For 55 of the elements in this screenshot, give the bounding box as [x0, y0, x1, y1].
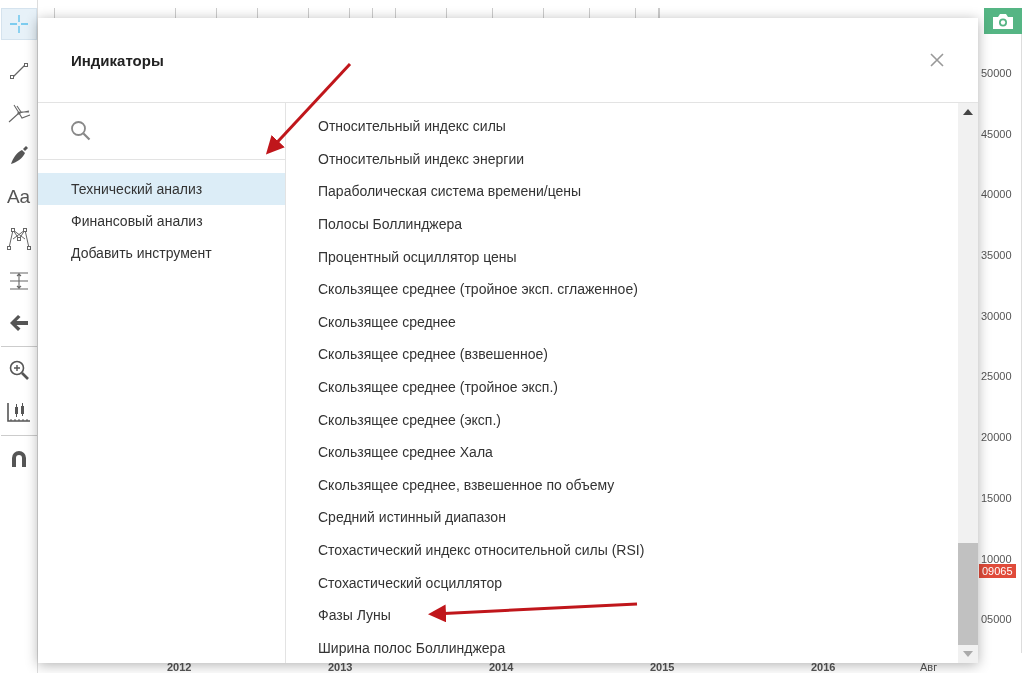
camera-icon — [992, 12, 1014, 30]
price-label: 40000 — [981, 187, 1013, 202]
category-item[interactable]: Финансовый анализ — [38, 205, 285, 237]
price-label: 15000 — [981, 490, 1013, 505]
time-label: 2013 — [328, 661, 354, 673]
scroll-up-icon[interactable] — [963, 109, 973, 115]
scroll-thumb[interactable] — [958, 543, 978, 645]
indicator-item[interactable]: Скользящее среднее (тройное эксп. сглаженное) — [286, 272, 958, 306]
screenshot-button[interactable] — [984, 8, 1022, 34]
indicator-item[interactable]: Скользящее среднее Хала — [286, 435, 958, 469]
close-icon — [930, 53, 944, 67]
price-label: 10000 — [981, 551, 1013, 566]
search-icon — [70, 120, 92, 142]
scroll-down-icon[interactable] — [963, 651, 973, 657]
indicator-item[interactable]: Стохастический осциллятор — [286, 566, 958, 599]
price-label: 30000 — [981, 308, 1013, 323]
text-tool-button[interactable]: Aa — [0, 176, 37, 218]
indicator-item[interactable]: Скользящее среднее, взвешенное по объему — [286, 468, 958, 502]
price-marker: 09065 — [979, 564, 1016, 578]
indicator-item[interactable]: Стохастический индекс относительной силы (RSI) — [286, 533, 958, 567]
pitchfork-icon — [6, 102, 31, 124]
category-item[interactable]: Технический анализ — [38, 173, 285, 205]
price-label: 20000 — [981, 430, 1013, 445]
dialog-title: Индикаторы — [71, 51, 164, 69]
time-label: 2015 — [650, 661, 676, 673]
price-label: 25000 — [981, 369, 1013, 384]
indicator-item[interactable]: Фазы Луны — [286, 598, 958, 632]
crosshair-icon — [8, 14, 29, 34]
indicator-item[interactable]: Процентный осциллятор цены — [286, 240, 958, 273]
zoom-in-icon — [7, 359, 30, 381]
close-button[interactable] — [928, 51, 946, 69]
measure-icon — [7, 270, 30, 292]
indicator-item[interactable]: Относительный индекс энергии — [286, 142, 958, 176]
price-label: 45000 — [981, 126, 1013, 141]
scrollbar[interactable] — [958, 103, 978, 663]
ruler-icon — [5, 401, 32, 423]
time-label: 2016 — [811, 661, 837, 673]
price-label: 35000 — [981, 248, 1013, 263]
price-label: 05000 — [981, 612, 1013, 627]
price-label: 50000 — [981, 66, 1013, 80]
indicator-item[interactable]: Относительный индекс силы — [286, 110, 958, 143]
indicator-item[interactable]: Скользящее среднее (тройное эксп.) — [286, 370, 958, 404]
indicator-item[interactable]: Скользящее среднее (взвешенное) — [286, 338, 958, 371]
indicator-item[interactable]: Скользящее среднее (эксп.) — [286, 403, 958, 436]
time-label: 2012 — [167, 661, 193, 673]
category-item[interactable]: Добавить инструмент — [38, 237, 285, 269]
indicator-item[interactable]: Скользящее среднее — [286, 305, 958, 339]
left-arrow-icon — [8, 313, 29, 333]
time-label: 2014 — [489, 661, 515, 673]
time-label: Авг — [920, 661, 939, 673]
indicator-item[interactable]: Параболическая система времени/цены — [286, 175, 958, 208]
indicator-item[interactable]: Полосы Боллинджера — [286, 207, 958, 241]
indicator-item[interactable]: Средний истинный диапазон — [286, 501, 958, 534]
pattern-icon — [5, 227, 32, 251]
line-icon — [7, 60, 30, 82]
